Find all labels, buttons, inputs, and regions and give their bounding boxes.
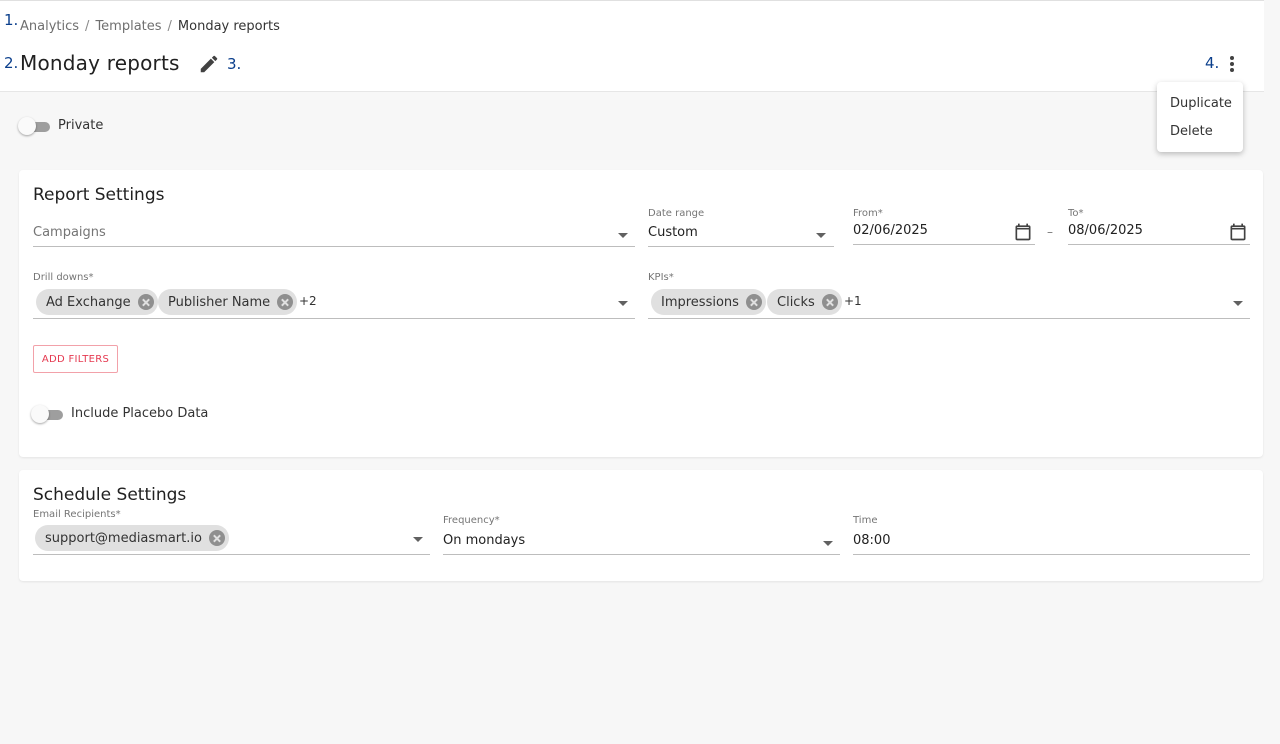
chip-publisher-name: Publisher Name <box>158 289 298 315</box>
close-circle-icon[interactable] <box>277 294 294 310</box>
chevron-down-icon <box>816 233 826 238</box>
include-placebo-toggle[interactable] <box>31 405 63 423</box>
drill-downs-label: Drill downs* <box>33 272 94 283</box>
chip-label: Impressions <box>661 294 739 310</box>
breadcrumb-separator: / <box>167 19 172 34</box>
chip-impressions: Impressions <box>651 289 766 315</box>
page-header: 1. Analytics / Templates / Monday report… <box>0 0 1264 92</box>
date-range-select[interactable]: Custom <box>648 222 834 247</box>
pencil-icon <box>200 55 218 73</box>
chevron-down-icon <box>1233 301 1243 306</box>
breadcrumb-item-current: Monday reports <box>177 19 280 34</box>
chip-label: Publisher Name <box>168 294 271 310</box>
private-toggle-label: Private <box>58 118 104 133</box>
kpis-label: KPIs* <box>648 272 674 283</box>
chip-ad-exchange: Ad Exchange <box>36 289 158 315</box>
annotation-marker-3: 3. <box>227 55 242 73</box>
calendar-icon[interactable] <box>1013 222 1033 242</box>
time-input[interactable]: 08:00 <box>853 530 1250 555</box>
kpis-more-count: +1 <box>844 294 862 308</box>
breadcrumb-separator: / <box>85 19 90 34</box>
to-date-input[interactable]: 08/06/2025 <box>1068 222 1250 245</box>
from-date-label: From* <box>853 208 883 219</box>
from-date-input[interactable]: 02/06/2025 <box>853 222 1035 245</box>
annotation-marker-1: 1. <box>4 11 19 29</box>
close-circle-icon[interactable] <box>745 294 762 310</box>
page-title: Monday reports <box>20 51 180 75</box>
report-settings-title: Report Settings <box>33 185 165 205</box>
more-vertical-icon <box>1230 56 1234 72</box>
more-options-button[interactable] <box>1222 53 1242 75</box>
frequency-select[interactable]: On mondays <box>443 530 840 555</box>
breadcrumb: Analytics / Templates / Monday reports <box>20 19 280 34</box>
menu-item-duplicate[interactable]: Duplicate <box>1157 90 1243 118</box>
time-value: 08:00 <box>853 533 891 548</box>
chip-label: Ad Exchange <box>46 294 131 310</box>
date-range-separator: – <box>1047 225 1053 239</box>
to-date-label: To* <box>1068 208 1084 219</box>
annotation-marker-2: 2. <box>4 54 19 72</box>
chip-clicks: Clicks <box>767 289 842 315</box>
close-circle-icon[interactable] <box>821 294 838 310</box>
frequency-label: Frequency* <box>443 515 500 526</box>
chevron-down-icon <box>823 541 833 546</box>
breadcrumb-item-templates[interactable]: Templates <box>95 19 161 34</box>
drill-downs-more-count: +2 <box>299 294 317 308</box>
from-date-value: 02/06/2025 <box>853 223 928 238</box>
chip-label: Clicks <box>777 294 815 310</box>
edit-title-button[interactable] <box>198 53 220 75</box>
chevron-down-icon <box>413 537 423 542</box>
close-circle-icon[interactable] <box>137 294 154 310</box>
email-recipients-label: Email Recipients* <box>33 509 121 520</box>
time-label: Time <box>853 515 878 526</box>
chip-label: support@mediasmart.io <box>45 530 202 546</box>
breadcrumb-item-analytics[interactable]: Analytics <box>20 19 79 34</box>
annotation-marker-4: 4. <box>1205 54 1220 72</box>
to-date-value: 08/06/2025 <box>1068 223 1143 238</box>
private-toggle[interactable] <box>18 117 50 135</box>
schedule-settings-title: Schedule Settings <box>33 485 187 505</box>
campaigns-select[interactable]: Campaigns <box>33 222 635 247</box>
close-circle-icon[interactable] <box>208 530 225 546</box>
menu-item-delete[interactable]: Delete <box>1157 118 1243 146</box>
chevron-down-icon <box>618 233 628 238</box>
date-range-value: Custom <box>648 225 698 240</box>
calendar-icon[interactable] <box>1228 222 1248 242</box>
add-filters-button[interactable]: ADD FILTERS <box>33 345 118 373</box>
date-range-label: Date range <box>648 208 705 219</box>
chip-email-recipient: support@mediasmart.io <box>35 525 229 551</box>
include-placebo-label: Include Placebo Data <box>71 406 209 421</box>
chevron-down-icon <box>618 301 628 306</box>
options-menu: Duplicate Delete <box>1157 82 1243 152</box>
frequency-value: On mondays <box>443 533 526 548</box>
campaigns-placeholder: Campaigns <box>33 225 106 240</box>
